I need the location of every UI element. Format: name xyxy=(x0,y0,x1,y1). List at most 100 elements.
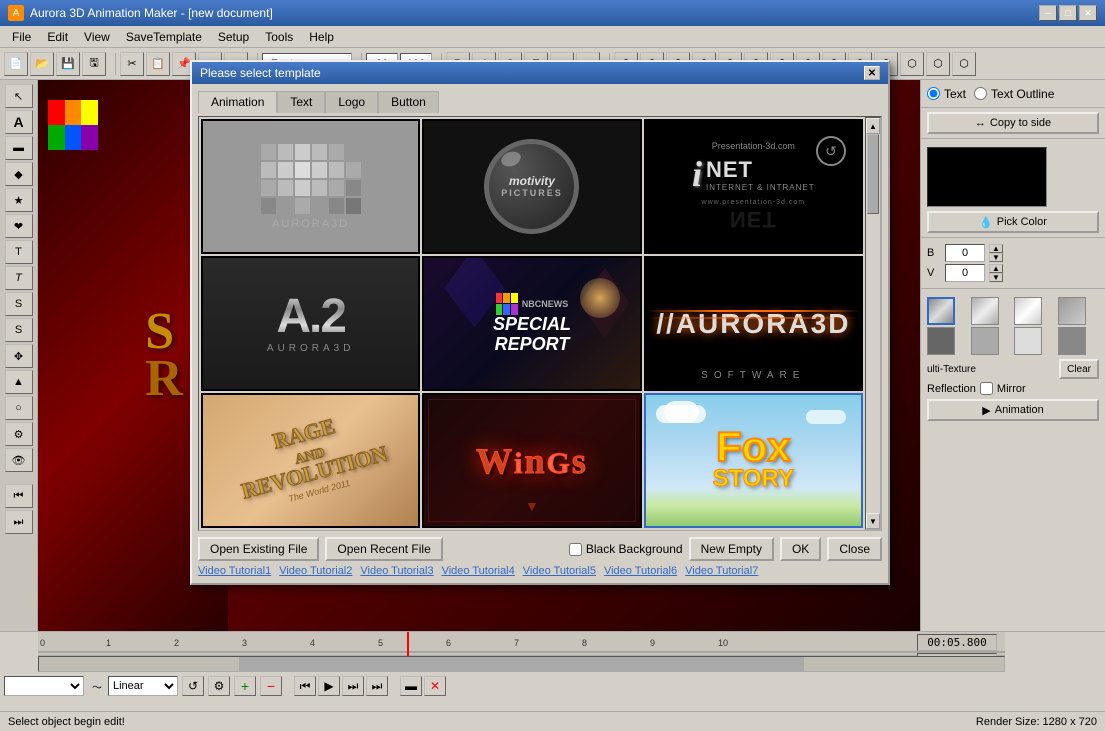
tool-shape5[interactable]: T xyxy=(5,240,33,264)
play-prev[interactable]: ⏮ xyxy=(294,676,316,696)
template-scrollbar[interactable]: ▲ ▼ xyxy=(865,117,881,530)
text-outline-radio[interactable] xyxy=(974,87,987,100)
template-inet[interactable]: Presentation-3d.com i NET INTERNET & INT… xyxy=(644,119,863,254)
menu-view[interactable]: View xyxy=(76,28,118,46)
animation-combo[interactable] xyxy=(4,676,84,696)
reflection-checkbox[interactable] xyxy=(980,382,993,395)
tex-4[interactable] xyxy=(1058,297,1086,325)
tl-settings[interactable]: ⚙ xyxy=(208,676,230,696)
new-empty-button[interactable]: New Empty xyxy=(689,537,774,561)
tb-copy[interactable]: 📋 xyxy=(146,52,170,76)
ok-button[interactable]: OK xyxy=(780,537,821,561)
tex-6[interactable] xyxy=(971,327,999,355)
tb-3d14[interactable]: ⬡ xyxy=(952,52,976,76)
tab-button[interactable]: Button xyxy=(378,91,439,113)
v-value[interactable]: 0 xyxy=(945,264,985,282)
b-up[interactable]: ▲ xyxy=(989,244,1003,253)
tutorial-1[interactable]: Video Tutorial1 xyxy=(198,565,271,577)
tutorial-6[interactable]: Video Tutorial6 xyxy=(604,565,677,577)
view-box[interactable]: ▬ xyxy=(400,676,422,696)
template-aurora-chrome[interactable]: A.2 AURORA3D xyxy=(201,256,420,391)
tool-shape1[interactable]: ▬ xyxy=(5,136,33,160)
tutorial-3[interactable]: Video Tutorial3 xyxy=(360,565,433,577)
dialog-close-button[interactable]: ✕ xyxy=(864,66,880,80)
tb-save2[interactable]: 🖫 xyxy=(82,52,106,76)
tool-shape8[interactable]: S xyxy=(5,318,33,342)
tex-3[interactable] xyxy=(1014,297,1042,325)
menu-setup[interactable]: Setup xyxy=(210,28,257,46)
close-button[interactable]: ✕ xyxy=(1079,5,1097,21)
minimize-button[interactable]: ─ xyxy=(1039,5,1057,21)
scroll-up[interactable]: ▲ xyxy=(866,118,880,134)
template-aurora-grid[interactable]: AURORA3D xyxy=(201,119,420,254)
tb-cut[interactable]: ✂ xyxy=(120,52,144,76)
tutorial-5[interactable]: Video Tutorial5 xyxy=(523,565,596,577)
tex-1[interactable] xyxy=(927,297,955,325)
animation-button[interactable]: ▶ Animation xyxy=(927,399,1099,421)
menu-help[interactable]: Help xyxy=(301,28,342,46)
close-dialog-button[interactable]: Close xyxy=(827,537,882,561)
template-motivity[interactable]: motivity PICTURES xyxy=(422,119,641,254)
b-down[interactable]: ▼ xyxy=(989,253,1003,262)
menu-edit[interactable]: Edit xyxy=(39,28,76,46)
play-end[interactable]: ⏭ xyxy=(366,676,388,696)
template-aurora-bar[interactable]: //AURORA3D SOFTWARE xyxy=(644,256,863,391)
template-fox[interactable]: Fox STORY xyxy=(644,393,863,528)
tb-open[interactable]: 📂 xyxy=(30,52,54,76)
v-up[interactable]: ▲ xyxy=(989,264,1003,273)
tool-eye[interactable]: 👁 xyxy=(5,448,33,472)
template-rage[interactable]: RAGEANDREVOLUTION The World 2011 xyxy=(201,393,420,528)
tb-3d13[interactable]: ⬡ xyxy=(926,52,950,76)
play-btn[interactable]: ▶ xyxy=(318,676,340,696)
black-bg-checkbox[interactable] xyxy=(569,543,582,556)
tool-settings[interactable]: ⚙ xyxy=(5,422,33,446)
tex-7[interactable] xyxy=(1014,327,1042,355)
view-close[interactable]: ✕ xyxy=(424,676,446,696)
tool-move[interactable]: ✥ xyxy=(5,344,33,368)
tl-add[interactable]: + xyxy=(234,676,256,696)
menu-tools[interactable]: Tools xyxy=(257,28,301,46)
tex-8[interactable] xyxy=(1058,327,1086,355)
timeline-track[interactable] xyxy=(38,656,1005,672)
tl-reset[interactable]: ↺ xyxy=(182,676,204,696)
linear-combo[interactable]: Linear xyxy=(108,676,178,696)
b-value[interactable]: 0 xyxy=(945,244,985,262)
tex-5[interactable] xyxy=(927,327,955,355)
v-down[interactable]: ▼ xyxy=(989,273,1003,282)
play-next[interactable]: ⏭ xyxy=(342,676,364,696)
template-nbc[interactable]: NBCNEWS SPECIALREPORT xyxy=(422,256,641,391)
text-radio[interactable] xyxy=(927,87,940,100)
tab-logo[interactable]: Logo xyxy=(325,91,378,113)
tutorial-7[interactable]: Video Tutorial7 xyxy=(685,565,758,577)
template-wings[interactable]: WinGs ▼ xyxy=(422,393,641,528)
menu-savetemplate[interactable]: SaveTemplate xyxy=(118,28,210,46)
maximize-button[interactable]: □ xyxy=(1059,5,1077,21)
tab-text[interactable]: Text xyxy=(277,91,325,113)
tb-new[interactable]: 📄 xyxy=(4,52,28,76)
tool-timeline1[interactable]: ⏮ xyxy=(5,484,33,508)
tool-shape4[interactable]: ❤ xyxy=(5,214,33,238)
pick-color-button[interactable]: 💧 Pick Color xyxy=(927,211,1099,233)
tool-shape2[interactable]: ◆ xyxy=(5,162,33,186)
scroll-thumb[interactable] xyxy=(867,134,879,214)
tool-shape3[interactable]: ★ xyxy=(5,188,33,212)
open-recent-button[interactable]: Open Recent File xyxy=(325,537,442,561)
tutorial-2[interactable]: Video Tutorial2 xyxy=(279,565,352,577)
tool-shape6[interactable]: T xyxy=(5,266,33,290)
copy-to-side-button[interactable]: ↔ Copy to side xyxy=(927,112,1099,134)
tb-3d12[interactable]: ⬡ xyxy=(900,52,924,76)
open-existing-button[interactable]: Open Existing File xyxy=(198,537,319,561)
scroll-down[interactable]: ▼ xyxy=(866,513,880,529)
menu-file[interactable]: File xyxy=(4,28,39,46)
clear-button[interactable]: Clear xyxy=(1059,359,1099,379)
template-dialog[interactable]: Please select template ✕ Animation Text … xyxy=(190,60,890,585)
tool-text[interactable]: A xyxy=(5,110,33,134)
tool-tri[interactable]: ▲ xyxy=(5,370,33,394)
tool-circle[interactable]: ○ xyxy=(5,396,33,420)
tool-shape7[interactable]: S xyxy=(5,292,33,316)
tool-select[interactable]: ↖ xyxy=(5,84,33,108)
tb-save[interactable]: 💾 xyxy=(56,52,80,76)
tab-animation[interactable]: Animation xyxy=(198,91,277,113)
tool-timeline2[interactable]: ⏭ xyxy=(5,510,33,534)
tex-2[interactable] xyxy=(971,297,999,325)
